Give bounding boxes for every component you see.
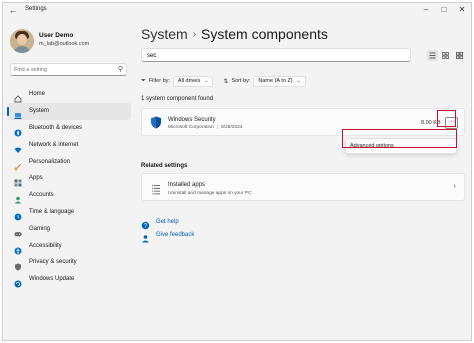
installed-apps-subtitle: Uninstall and manage apps on your PC xyxy=(168,191,252,196)
windows-security-icon xyxy=(150,116,162,129)
sidebar-item-accounts[interactable]: Accounts xyxy=(7,187,131,204)
apps-icon xyxy=(14,174,22,187)
find-setting-input[interactable] xyxy=(14,65,112,75)
breadcrumb-separator: › xyxy=(192,29,197,40)
sort-value: Name (A to Z) xyxy=(258,78,293,84)
sidebar-item-label: Apps xyxy=(29,175,43,182)
sort-label: Sort by: xyxy=(231,78,251,84)
component-search-input[interactable] xyxy=(147,51,397,60)
result-count: 1 system component found xyxy=(141,96,214,102)
shield-icon xyxy=(14,258,22,271)
sidebar-item-windows-update[interactable]: Windows Update xyxy=(7,271,131,288)
sidebar-item-label: Accessibility xyxy=(29,242,62,249)
sidebar-item-label: Privacy & security xyxy=(29,259,77,266)
page-title: System components xyxy=(201,26,328,42)
brush-icon xyxy=(14,158,22,171)
sidebar-item-label: Windows Update xyxy=(29,276,75,283)
sidebar-item-gaming[interactable]: Gaming xyxy=(7,220,131,237)
give-feedback-link[interactable]: Give feedback xyxy=(141,230,195,243)
breadcrumb-system-link[interactable]: System xyxy=(141,26,188,42)
avatar-face xyxy=(17,34,27,45)
sort-dropdown[interactable]: Name (A to Z) ⌄ xyxy=(253,75,306,87)
chevron-right-icon: › xyxy=(453,183,456,190)
avatar-shirt xyxy=(13,46,31,53)
grid-view-large-button[interactable] xyxy=(454,50,465,61)
sidebar-item-apps[interactable]: Apps xyxy=(7,170,131,187)
sidebar-item-label: System xyxy=(29,108,50,115)
sidebar-item-network[interactable]: Network & internet xyxy=(7,136,131,153)
component-name: Windows Security xyxy=(168,117,216,123)
app-title: Settings xyxy=(25,6,47,12)
advanced-options-highlight xyxy=(342,129,457,148)
sidebar-item-label: Network & internet xyxy=(29,141,79,148)
breadcrumb: System › System components xyxy=(141,26,328,42)
filter-icon: ⏷ xyxy=(141,77,146,84)
accessibility-icon xyxy=(14,242,22,255)
user-name: User Demo xyxy=(39,32,74,39)
sidebar-item-label: Time & language xyxy=(29,208,75,215)
meta-separator: | xyxy=(216,125,219,130)
gamepad-icon xyxy=(14,225,22,236)
sidebar-item-label: Accounts xyxy=(29,192,54,199)
laptop-icon xyxy=(14,107,22,120)
component-date: 8/28/2024 xyxy=(221,125,243,130)
list-view-icon xyxy=(429,52,436,59)
component-publisher: Microsoft Corporation xyxy=(168,125,214,130)
settings-window: ← Settings – □ ✕ User Demo m_lab@outlook… xyxy=(2,2,472,341)
sidebar: User Demo m_lab@outlook.com ⚲ Home Syste… xyxy=(3,17,133,340)
sidebar-item-accessibility[interactable]: Accessibility xyxy=(7,237,131,255)
give-feedback-label: Give feedback xyxy=(156,231,195,238)
home-icon xyxy=(14,90,22,103)
sidebar-item-label: Gaming xyxy=(29,225,51,232)
search-icon: ⚲ xyxy=(117,66,123,73)
component-meta: Microsoft Corporation | 8/28/2024 xyxy=(168,125,242,130)
sidebar-item-bluetooth[interactable]: Bluetooth & devices xyxy=(7,120,131,137)
sidebar-item-personalization[interactable]: Personalization xyxy=(7,153,131,171)
sidebar-item-system[interactable]: System xyxy=(7,102,131,120)
filter-value: All drives xyxy=(177,78,201,84)
get-help-label: Get help xyxy=(156,218,179,225)
maximize-button[interactable]: □ xyxy=(435,3,453,17)
bluetooth-icon xyxy=(14,124,22,137)
sidebar-nav: Home System Bluetooth & devices Network … xyxy=(7,86,131,288)
list-view-button[interactable] xyxy=(427,50,438,61)
minimize-button[interactable]: – xyxy=(417,3,435,17)
wifi-icon xyxy=(14,141,22,153)
person-icon xyxy=(14,191,22,204)
find-setting-box[interactable]: ⚲ xyxy=(10,63,127,76)
related-settings-heading: Related settings xyxy=(141,163,188,169)
filter-dropdown[interactable]: All drives ⌄ xyxy=(172,75,214,87)
large-grid-icon xyxy=(456,52,463,59)
update-icon xyxy=(14,275,22,288)
chevron-down-icon: ⌄ xyxy=(204,78,209,84)
grid-view-small-button[interactable] xyxy=(440,50,451,61)
help-icon: ? xyxy=(141,217,150,230)
sidebar-item-home[interactable]: Home xyxy=(7,86,131,103)
installed-apps-icon xyxy=(151,182,161,195)
user-email: m_lab@outlook.com xyxy=(39,41,90,47)
component-search-box[interactable] xyxy=(141,48,411,62)
filter-sort-row: ⏷ Filter by: All drives ⌄ ⇅ Sort by: Nam… xyxy=(141,75,306,87)
filter-label: Filter by: xyxy=(148,78,170,84)
sidebar-item-privacy-security[interactable]: Privacy & security xyxy=(7,254,131,271)
sort-icon: ⇅ xyxy=(223,78,229,85)
close-button[interactable]: ✕ xyxy=(453,3,471,17)
sidebar-item-label: Personalization xyxy=(29,158,71,165)
sidebar-item-time-language[interactable]: Time & language xyxy=(7,204,131,221)
installed-apps-link[interactable]: Installed apps Uninstall and manage apps… xyxy=(141,173,465,201)
feedback-icon xyxy=(141,230,150,243)
title-bar: ← Settings – □ ✕ xyxy=(3,3,471,17)
chevron-down-icon: ⌄ xyxy=(296,78,301,84)
avatar[interactable] xyxy=(10,29,34,53)
sidebar-item-label: Bluetooth & devices xyxy=(29,124,83,131)
sidebar-item-label: Home xyxy=(29,91,46,98)
small-grid-icon xyxy=(442,52,449,59)
installed-apps-title: Installed apps xyxy=(168,182,206,188)
get-help-link[interactable]: ? Get help xyxy=(141,217,179,230)
back-button[interactable]: ← xyxy=(7,4,19,16)
main-content: System › System components ⏷ Filter by: Al… xyxy=(133,17,471,340)
more-options-highlight xyxy=(437,110,456,127)
globe-clock-icon xyxy=(14,208,22,221)
